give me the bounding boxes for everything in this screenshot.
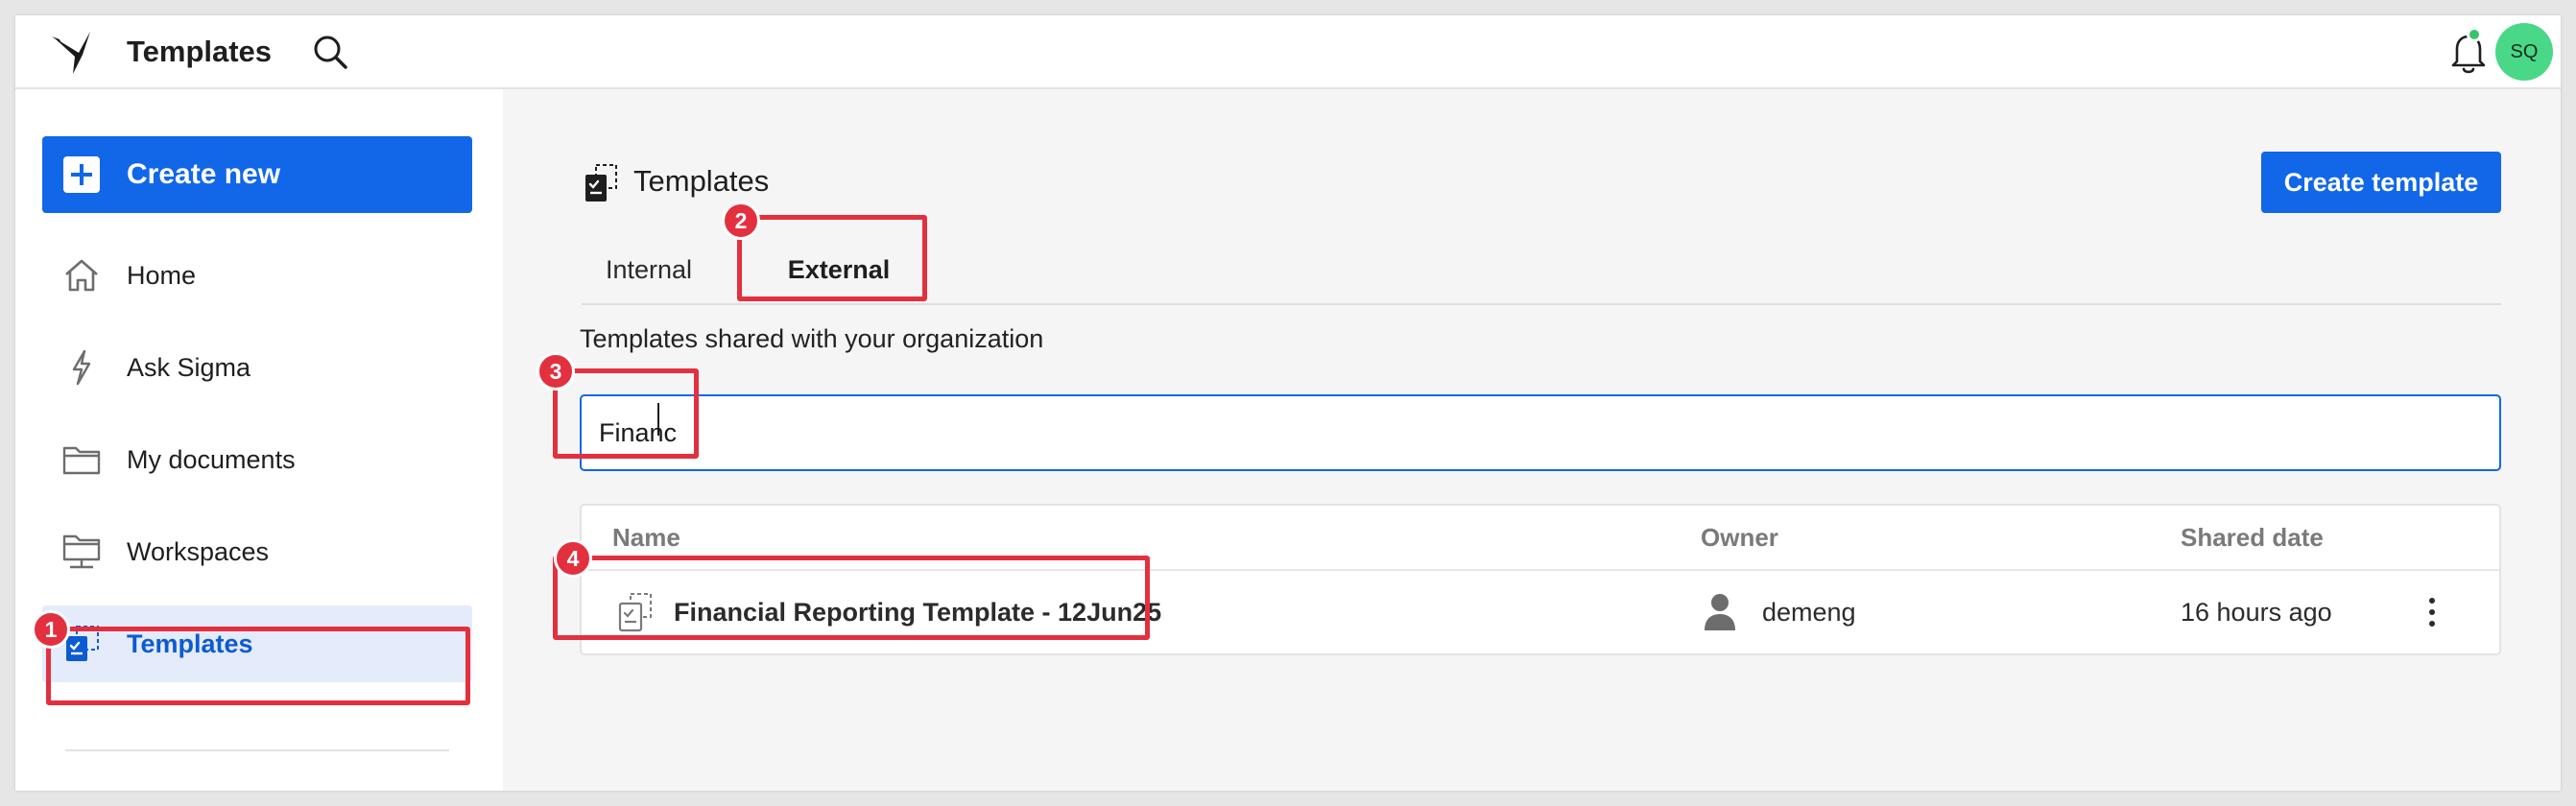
sidebar: Create new Home Ask Sigma My documents W…: [15, 89, 503, 791]
step-badge-3: 3: [537, 352, 575, 391]
notification-dot: [2467, 27, 2482, 42]
sidebar-item-templates[interactable]: Templates: [42, 605, 472, 682]
folder-icon: [62, 446, 101, 475]
plus-icon: [63, 156, 100, 193]
top-header: Templates SQ: [15, 15, 2561, 89]
sidebar-item-label: Ask Sigma: [127, 353, 251, 382]
app-title: Templates: [127, 35, 273, 68]
main-content: Templates Create template Internal Exter…: [503, 89, 2561, 791]
active-tab-indicator: [760, 297, 918, 301]
search-icon[interactable]: [309, 31, 353, 75]
shared-date: 16 hours ago: [2181, 598, 2332, 627]
lightning-icon: [72, 349, 91, 386]
step-badge-1: 1: [32, 610, 70, 649]
home-icon: [65, 259, 98, 292]
create-new-label: Create new: [127, 158, 281, 190]
column-header-name[interactable]: Name: [612, 506, 680, 569]
text-cursor: [657, 403, 659, 436]
sigma-bird-logo[interactable]: [48, 24, 104, 80]
sidebar-item-label: Templates: [127, 629, 253, 658]
sidebar-item-label: Workspaces: [127, 537, 270, 566]
page-title: Templates: [633, 164, 770, 198]
avatar[interactable]: SQ: [2495, 23, 2553, 81]
column-header-owner[interactable]: Owner: [1701, 506, 1778, 569]
owner-name: demeng: [1762, 598, 1856, 627]
sidebar-item-home[interactable]: Home: [42, 237, 486, 314]
step-badge-2: 2: [722, 202, 760, 240]
sidebar-divider: [65, 749, 449, 751]
app-window: Templates SQ Create new Home Ask Sigma M…: [15, 15, 2561, 791]
sidebar-item-ask-sigma[interactable]: Ask Sigma: [42, 329, 486, 406]
sidebar-item-label: Home: [127, 261, 197, 290]
sidebar-item-workspaces[interactable]: Workspaces: [42, 513, 486, 590]
workspace-icon: [62, 534, 101, 569]
search-input[interactable]: [580, 394, 2501, 471]
create-new-button[interactable]: Create new: [42, 136, 472, 213]
sidebar-item-label: My documents: [127, 445, 296, 474]
tab-internal[interactable]: Internal: [595, 235, 703, 304]
more-options-icon[interactable]: [2413, 591, 2451, 633]
sidebar-item-my-documents[interactable]: My documents: [42, 421, 486, 498]
template-name[interactable]: Financial Reporting Template - 12Jun25: [674, 571, 1161, 653]
templates-table: Name Owner Shared date Financial Reporti…: [580, 504, 2501, 655]
template-icon: [585, 164, 617, 202]
page-subtitle: Templates shared with your organization: [580, 324, 1044, 353]
step-badge-4: 4: [554, 539, 592, 578]
user-icon: [1705, 594, 1735, 630]
create-template-button[interactable]: Create template: [2261, 152, 2501, 213]
template-icon: [618, 593, 652, 632]
column-header-shared-date[interactable]: Shared date: [2181, 506, 2324, 569]
tab-external[interactable]: External: [760, 235, 918, 304]
table-row[interactable]: Financial Reporting Template - 12Jun25 d…: [582, 571, 2499, 653]
